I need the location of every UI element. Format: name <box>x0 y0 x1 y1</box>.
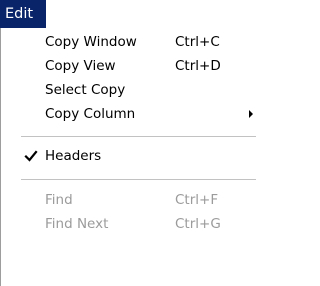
menu-item-select-copy[interactable]: Select Copy <box>1 78 256 102</box>
check-icon <box>24 150 38 162</box>
select-copy-label: Select Copy <box>45 82 126 98</box>
menu-item-find[interactable]: Find Ctrl+F <box>1 188 256 212</box>
menu-separator <box>21 179 256 180</box>
edit-menu-label: Edit <box>5 6 34 22</box>
find-next-label: Find Next <box>45 216 109 232</box>
copy-view-label: Copy View <box>45 58 116 74</box>
menu-item-copy-view[interactable]: Copy View Ctrl+D <box>1 54 256 78</box>
copy-view-shortcut: Ctrl+D <box>175 58 221 74</box>
menu-item-find-next[interactable]: Find Next Ctrl+G <box>1 212 256 236</box>
headers-label: Headers <box>45 148 102 164</box>
menu-item-copy-window[interactable]: Copy Window Ctrl+C <box>1 30 256 54</box>
menu-item-copy-column[interactable]: Copy Column <box>1 102 256 126</box>
find-label: Find <box>45 192 73 208</box>
copy-window-shortcut: Ctrl+C <box>175 34 220 50</box>
find-next-shortcut: Ctrl+G <box>175 216 221 232</box>
submenu-arrow-icon <box>249 110 253 118</box>
menu-item-headers[interactable]: Headers <box>1 144 256 168</box>
copy-column-label: Copy Column <box>45 106 136 122</box>
edit-dropdown-menu: Copy Window Ctrl+C Copy View Ctrl+D Sele… <box>0 28 256 286</box>
edit-menu-button[interactable]: Edit <box>0 0 46 28</box>
copy-window-label: Copy Window <box>45 34 137 50</box>
menu-separator <box>21 136 256 137</box>
find-shortcut: Ctrl+F <box>175 192 219 208</box>
